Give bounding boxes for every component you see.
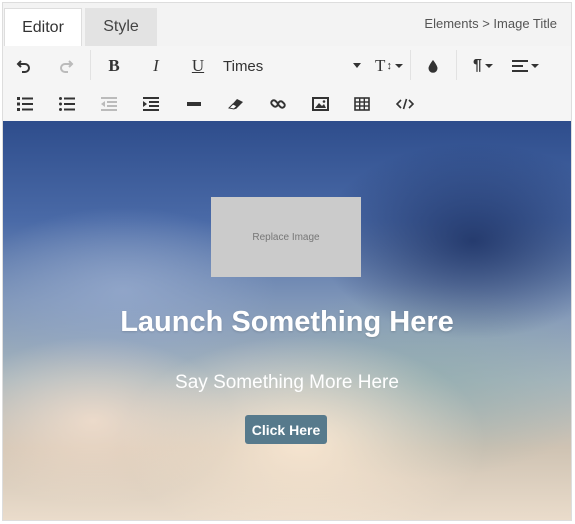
tab-editor[interactable]: Editor (4, 8, 82, 46)
paragraph-icon: ¶ (473, 57, 482, 74)
hero-subtitle[interactable]: Say Something More Here (3, 372, 571, 394)
toolbar-divider (90, 50, 91, 80)
font-size-arrows-icon: ↕ (386, 60, 392, 72)
hero-title[interactable]: Launch Something Here (3, 306, 571, 339)
font-size-button[interactable]: T ↕ (373, 54, 405, 78)
eraser-icon (227, 99, 243, 110)
undo-button[interactable] (13, 55, 35, 77)
align-button[interactable] (509, 54, 541, 78)
tab-style[interactable]: Style (85, 8, 157, 46)
breadcrumb: Elements > Image Title (424, 16, 557, 31)
indent-icon (143, 97, 159, 111)
chevron-down-icon (484, 64, 493, 68)
image-placeholder[interactable]: Replace Image (211, 197, 361, 277)
align-icon (511, 60, 528, 72)
insert-table-button[interactable] (351, 93, 373, 115)
ordered-list-icon (17, 97, 33, 111)
clear-format-button[interactable] (225, 93, 247, 115)
font-family-value: Times (223, 57, 264, 75)
indent-button[interactable] (141, 93, 161, 115)
image-icon (311, 97, 329, 111)
redo-icon (60, 60, 74, 73)
insert-image-button[interactable] (309, 93, 331, 115)
font-size-icon: T (375, 56, 386, 75)
outdent-button[interactable] (99, 93, 119, 115)
editor-frame: Editor Style Elements > Image Title B I … (2, 2, 572, 521)
tab-bar: Editor Style Elements > Image Title (3, 3, 571, 46)
code-icon (396, 98, 414, 110)
table-icon (354, 97, 370, 111)
font-family-select[interactable]: Times (223, 54, 363, 78)
cta-button[interactable]: Click Here (245, 415, 327, 444)
horizontal-rule-icon (187, 102, 201, 106)
text-color-button[interactable] (423, 55, 443, 77)
insert-link-button[interactable] (267, 93, 289, 115)
paragraph-button[interactable]: ¶ (469, 54, 497, 78)
unordered-list-icon (59, 97, 75, 111)
hero-section: Replace Image Launch Something Here Say … (3, 121, 571, 520)
formatting-toolbar: B I U Times T ↕ ¶ (3, 46, 571, 121)
italic-button[interactable]: I (145, 54, 167, 78)
underline-button[interactable]: U (187, 54, 209, 78)
color-drop-icon (428, 60, 438, 73)
chevron-down-icon (353, 63, 361, 68)
toolbar-divider (410, 50, 411, 80)
toolbar-divider (456, 50, 457, 80)
horizontal-rule-button[interactable] (183, 93, 205, 115)
chevron-down-icon (530, 64, 539, 68)
redo-button[interactable] (55, 55, 77, 77)
undo-icon (16, 60, 30, 73)
unordered-list-button[interactable] (57, 93, 77, 115)
bold-button[interactable]: B (103, 54, 125, 78)
ordered-list-button[interactable] (15, 93, 35, 115)
link-icon (270, 99, 286, 109)
outdent-icon (101, 97, 117, 111)
code-view-button[interactable] (393, 93, 417, 115)
chevron-down-icon (394, 64, 403, 68)
